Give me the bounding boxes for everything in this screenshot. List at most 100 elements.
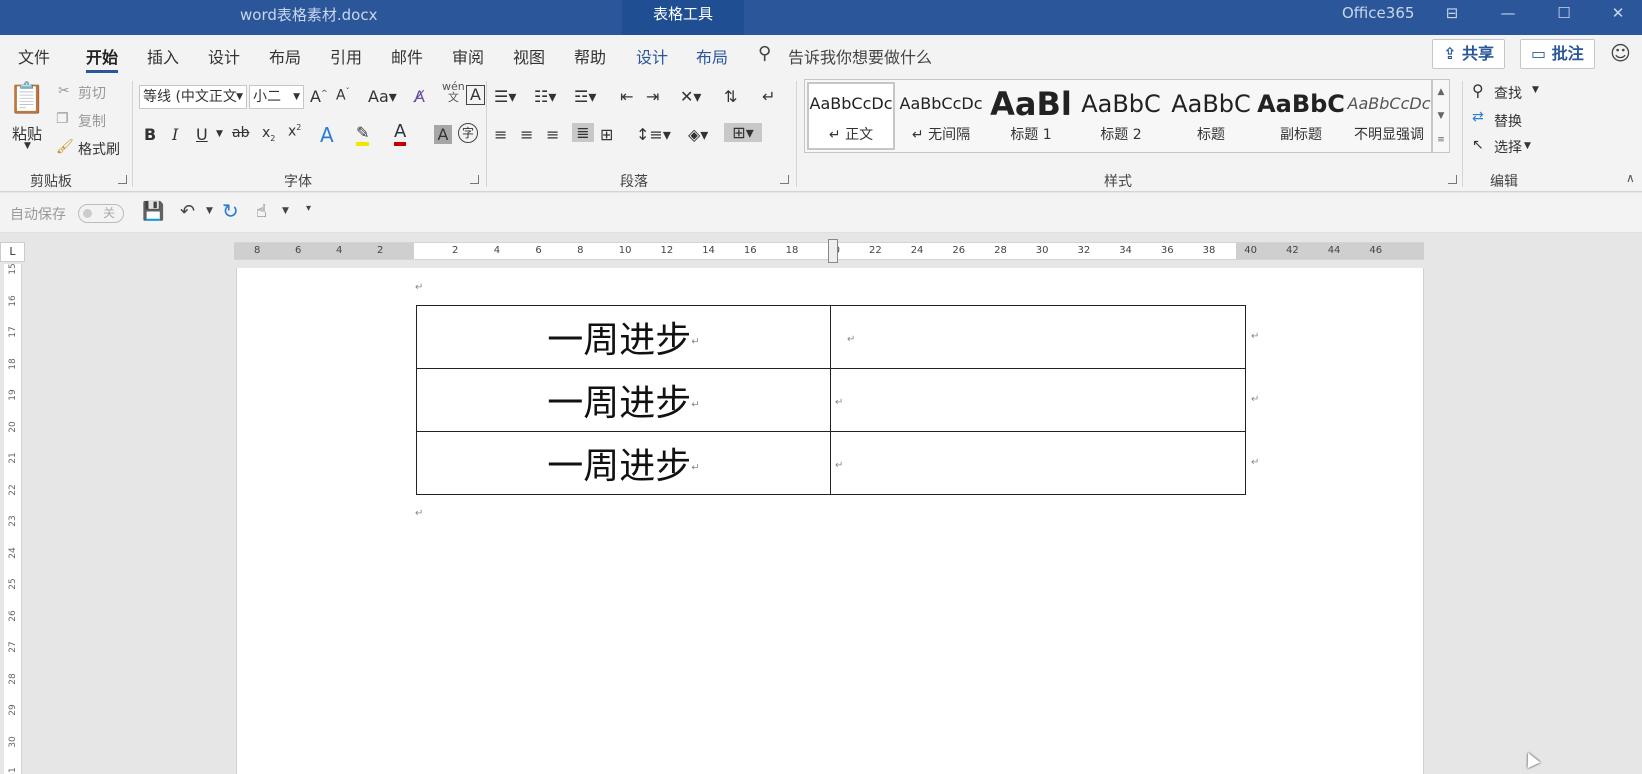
multilevel-list-icon[interactable]: ☲▾	[574, 87, 596, 106]
align-right-icon[interactable]: ≡	[546, 125, 559, 144]
highlight-icon[interactable]: ✎	[356, 123, 370, 146]
sort-icon[interactable]: ⇅	[724, 87, 737, 106]
superscript-icon[interactable]: x2	[288, 123, 301, 140]
show-formatting-icon[interactable]: ↵	[762, 87, 775, 106]
minimize-icon[interactable]: —	[1496, 4, 1520, 26]
touch-mode-icon[interactable]: ☝	[256, 201, 267, 222]
undo-icon[interactable]: ↶	[180, 201, 195, 222]
format-painter-button[interactable]: 格式刷	[78, 139, 120, 159]
style-subtle-emphasis[interactable]: AaBbCcDc 不明显强调	[1345, 84, 1433, 152]
align-left-icon[interactable]: ≡	[494, 125, 507, 144]
table-cell[interactable]: 一周进步↵	[416, 305, 831, 369]
tab-review[interactable]: 审阅	[452, 44, 484, 68]
clipboard-launcher-icon[interactable]	[118, 175, 127, 184]
find-dropdown-icon[interactable]: ▼	[1532, 85, 1539, 95]
table-cell[interactable]: ↵	[830, 368, 1246, 432]
borders-icon[interactable]: ⊞▾	[724, 123, 762, 142]
bullets-icon[interactable]: ☰▾	[494, 87, 516, 106]
style-heading-2[interactable]: AaBbC 标题 2	[1077, 84, 1165, 152]
styles-more-icon[interactable]: ≡	[1433, 128, 1449, 152]
style-no-spacing[interactable]: AaBbCcDc ↵ 无间隔	[897, 84, 985, 152]
font-launcher-icon[interactable]	[470, 175, 479, 184]
bold-icon[interactable]: B	[144, 125, 156, 144]
clear-formatting-icon[interactable]: A̸	[414, 87, 425, 106]
search-icon[interactable]: ⚲	[758, 43, 771, 64]
italic-icon[interactable]: I	[172, 125, 178, 144]
style-normal[interactable]: AaBbCcDc ↵ 正文	[807, 82, 895, 150]
table-cell[interactable]: 一周进步↵	[416, 431, 831, 495]
subscript-icon[interactable]: x2	[262, 125, 275, 143]
save-icon[interactable]: 💾	[142, 201, 164, 222]
vertical-ruler[interactable]: 15 16 17 18 19 20 21 22 23 24 25 26 27 28 29 30 31	[4, 263, 22, 774]
align-center-icon[interactable]: ≡	[520, 125, 533, 144]
table-cell[interactable]: 一周进步↵	[416, 368, 831, 432]
tab-layout[interactable]: 布局	[269, 44, 301, 68]
scroll-down-icon[interactable]: ▼	[1433, 104, 1449, 128]
font-color-icon[interactable]: A	[394, 121, 407, 146]
share-button[interactable]: ⇪ 共享	[1432, 39, 1505, 69]
undo-dropdown-icon[interactable]: ▼	[206, 206, 213, 216]
replace-button[interactable]: 替换	[1494, 111, 1522, 131]
copy-button[interactable]: 复制	[78, 111, 106, 131]
maximize-icon[interactable]: ☐	[1552, 4, 1576, 26]
strikethrough-icon[interactable]: ab	[232, 125, 249, 141]
tab-file[interactable]: 文件	[18, 44, 50, 68]
autosave-toggle[interactable]: 关	[78, 204, 124, 223]
document-page[interactable]: ↵ 一周进步↵ ↵ 一周进步↵ ↵ 一周进步↵ ↵ ↵ ↵ ↵ ↵	[236, 268, 1424, 774]
line-spacing-icon[interactable]: ↕≡▾	[636, 125, 671, 144]
select-dropdown-icon[interactable]: ▼	[1524, 141, 1531, 151]
tab-view[interactable]: 视图	[513, 44, 545, 68]
tab-selector[interactable]: L	[0, 242, 25, 262]
chinese-layout-icon[interactable]: ✕▾	[680, 87, 701, 106]
select-button[interactable]: 选择	[1494, 137, 1522, 157]
increase-indent-icon[interactable]: ⇥	[646, 87, 659, 106]
cut-button[interactable]: 剪切	[78, 83, 106, 103]
find-button[interactable]: 查找	[1494, 83, 1522, 103]
column-marker[interactable]	[828, 239, 838, 263]
grow-font-icon[interactable]: A^	[310, 87, 328, 106]
tab-help[interactable]: 帮助	[574, 44, 606, 68]
ribbon-display-options-icon[interactable]: ⊟	[1440, 4, 1464, 26]
table-cell[interactable]: ↵	[830, 305, 1246, 369]
style-heading-1[interactable]: AaBl 标题 1	[987, 84, 1075, 152]
collapse-ribbon-icon[interactable]: ∧	[1626, 171, 1635, 185]
styles-launcher-icon[interactable]	[1448, 175, 1457, 184]
tab-insert[interactable]: 插入	[147, 44, 179, 68]
style-subtitle[interactable]: AaBbC 副标题	[1257, 84, 1345, 152]
paste-icon[interactable]: 📋	[8, 81, 46, 119]
styles-scroll[interactable]: ▲ ▼ ≡	[1432, 79, 1450, 153]
table-cell[interactable]: ↵	[830, 431, 1246, 495]
tab-design[interactable]: 设计	[208, 44, 240, 68]
style-title[interactable]: AaBbC 标题	[1167, 84, 1255, 152]
text-effects-icon[interactable]: A	[320, 123, 334, 147]
phonetic-guide-icon[interactable]: wén 文	[442, 81, 465, 103]
font-name-combo[interactable]: 等线 (中文正文 ▼	[139, 85, 247, 109]
shrink-font-icon[interactable]: Aˇ	[336, 87, 350, 104]
underline-dropdown-icon[interactable]: ▼	[216, 129, 223, 139]
tab-mailings[interactable]: 邮件	[391, 44, 423, 68]
shading-icon[interactable]: ◈▾	[688, 125, 708, 144]
comment-button[interactable]: ▭ 批注	[1520, 39, 1595, 69]
paragraph-launcher-icon[interactable]	[780, 175, 789, 184]
customize-qat-icon[interactable]: ▾	[306, 203, 311, 214]
numbering-icon[interactable]: ☷▾	[534, 87, 556, 106]
tab-table-layout[interactable]: 布局	[696, 44, 728, 68]
character-border-icon[interactable]: A	[466, 85, 485, 105]
horizontal-ruler[interactable]: 8642 24681012141618202224262830323436384…	[234, 239, 1424, 263]
feedback-smiley-icon[interactable]: ☺	[1610, 41, 1631, 65]
scroll-up-icon[interactable]: ▲	[1433, 80, 1449, 104]
tell-me-box[interactable]: 告诉我你想要做什么	[788, 44, 932, 68]
touch-mode-dropdown-icon[interactable]: ▼	[282, 206, 289, 216]
font-size-combo[interactable]: 小二 ▼	[249, 85, 304, 109]
table-tools-tab[interactable]: 表格工具	[622, 0, 744, 35]
decrease-indent-icon[interactable]: ⇤	[620, 87, 633, 106]
close-icon[interactable]: ✕	[1606, 4, 1630, 26]
character-shading-icon[interactable]: A	[434, 125, 452, 144]
tab-home[interactable]: 开始	[86, 44, 119, 73]
distributed-icon[interactable]: ⊞	[600, 125, 613, 144]
justify-icon[interactable]: ≣	[572, 123, 594, 142]
enclose-characters-icon[interactable]: 字	[458, 123, 478, 143]
document-table[interactable]: 一周进步↵ ↵ 一周进步↵ ↵ 一周进步↵ ↵	[416, 305, 1246, 495]
redo-icon[interactable]: ↻	[222, 199, 239, 223]
underline-icon[interactable]: U	[196, 125, 208, 144]
